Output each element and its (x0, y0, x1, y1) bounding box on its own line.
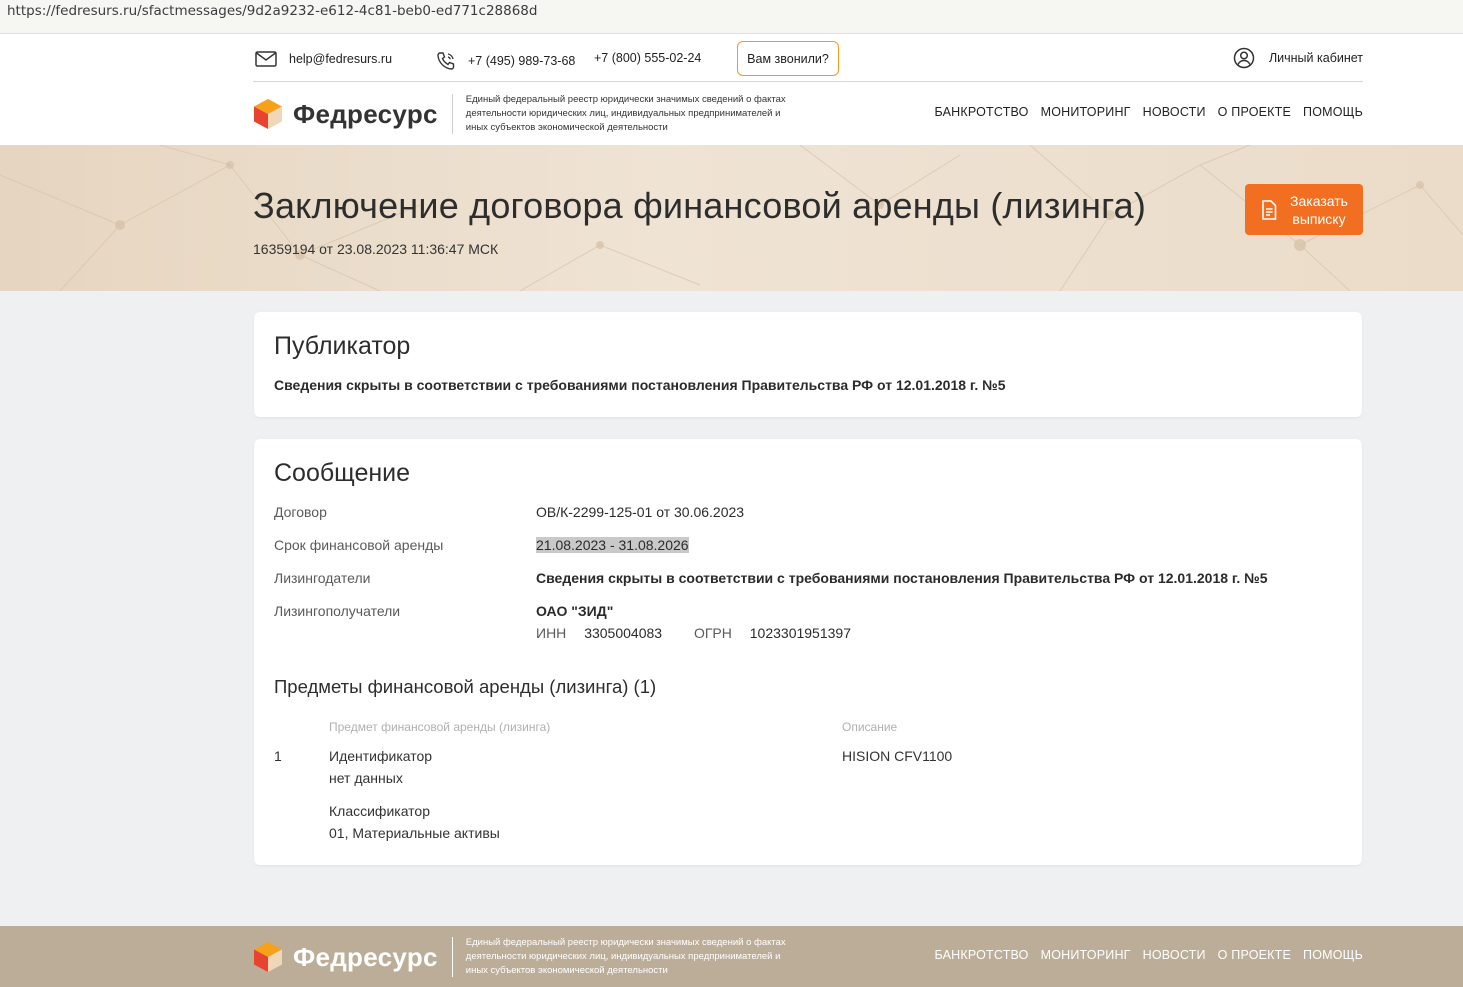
publisher-hidden-note: Сведения скрыты в соответствии с требова… (274, 377, 1006, 393)
logo-cube-icon (254, 942, 282, 972)
site-footer: Федресурс Единый федеральный реестр юрид… (0, 926, 1463, 987)
brand-name: Федресурс (293, 98, 438, 129)
contacts-bar: help@fedresurs.ru +7 (495) 989-73-68 +7 … (253, 41, 1363, 82)
item-number: 1 (274, 748, 282, 764)
contract-value: ОВ/К-2299-125-01 от 30.06.2023 (536, 504, 745, 520)
lessors-value: Сведения скрыты в соответствии с требова… (536, 570, 1268, 586)
lessees-label: Лизингополучатели (274, 603, 401, 619)
main-nav: БАНКРОТСТВО МОНИТОРИНГ НОВОСТИ О ПРОЕКТЕ… (922, 105, 1363, 119)
nav-news[interactable]: НОВОСТИ (1143, 105, 1206, 119)
email-text: help@fedresurs.ru (289, 52, 393, 66)
lessee-name[interactable]: ОАО "ЗИД" (536, 603, 613, 619)
ogrn-label: ОГРН (693, 625, 732, 641)
browser-url-bar[interactable]: https://fedresurs.ru/sfactmessages/9d2a9… (0, 0, 1463, 34)
page-hero: Заключение договора финансовой аренды (л… (0, 145, 1463, 291)
user-circle-icon (1233, 47, 1255, 69)
document-icon (1262, 199, 1277, 220)
classifier-label: Классификатор (329, 803, 431, 819)
message-title: Сообщение (274, 459, 411, 487)
nav-help[interactable]: ПОМОЩЬ (1303, 105, 1363, 119)
cabinet-label: Личный кабинет (1268, 51, 1363, 65)
footer-nav-about[interactable]: О ПРОЕКТЕ (1218, 948, 1291, 962)
nav-monitoring[interactable]: МОНИТОРИНГ (1041, 105, 1131, 119)
phone-block: +7 (495) 989-73-68 (436, 51, 575, 71)
item-description: HISION CFV1100 (842, 748, 953, 764)
personal-cabinet-link[interactable]: Личный кабинет (1233, 47, 1363, 69)
lessee-ids: ИНН 3305004083 ОГРН 1023301951397 (536, 625, 851, 641)
ogrn-value: 1023301951397 (749, 625, 851, 641)
lease-subjects-title: Предметы финансовой аренды (лизинга) (1) (274, 676, 657, 697)
identifier-label: Идентификатор (329, 748, 433, 764)
brand-logo[interactable]: Федресурс Единый федеральный реестр юрид… (253, 92, 796, 136)
footer-nav-bankruptcy[interactable]: БАНКРОТСТВО (934, 948, 1028, 962)
order-extract-button[interactable]: Заказать выписку (1245, 184, 1363, 235)
footer-nav: БАНКРОТСТВО МОНИТОРИНГ НОВОСТИ О ПРОЕКТЕ… (922, 948, 1363, 962)
nav-about[interactable]: О ПРОЕКТЕ (1218, 105, 1291, 119)
inn-label: ИНН (536, 625, 567, 641)
email-link[interactable]: help@fedresurs.ru (255, 51, 392, 67)
url-text[interactable]: https://fedresurs.ru/sfactmessages/9d2a9… (7, 3, 537, 19)
phone-2[interactable]: +7 (800) 555-02-24 (594, 51, 701, 65)
inn-value: 3305004083 (584, 625, 663, 641)
site-header: help@fedresurs.ru +7 (495) 989-73-68 +7 … (0, 34, 1463, 145)
logo-cube-icon (254, 99, 282, 129)
classifier-value: 01, Материальные активы (329, 825, 500, 841)
publisher-card: Публикатор Сведения скрыты в соответстви… (254, 312, 1362, 417)
brand-description: Единый федеральный реестр юридически зна… (465, 94, 786, 133)
footer-brand-logo[interactable]: Федресурс Единый федеральный реестр юрид… (253, 935, 796, 979)
phone-1[interactable]: +7 (495) 989-73-68 (468, 54, 575, 68)
footer-nav-news[interactable]: НОВОСТИ (1143, 948, 1206, 962)
footer-brand-divider (451, 937, 453, 977)
lease-term-value: 21.08.2023 - 31.08.2026 (536, 537, 689, 553)
lessors-label: Лизингодатели (274, 570, 371, 586)
page-title: Заключение договора финансовой аренды (л… (253, 185, 1147, 226)
message-number-date: 16359194 от 23.08.2023 11:36:47 МСК (253, 241, 499, 257)
col-header-description: Описание (842, 720, 898, 734)
footer-brand-name: Федресурс (293, 941, 438, 972)
phone-icon (437, 52, 455, 70)
message-card: Сообщение Договор ОВ/К-2299-125-01 от 30… (254, 439, 1362, 865)
nav-bankruptcy[interactable]: БАНКРОТСТВО (934, 105, 1028, 119)
footer-nav-monitoring[interactable]: МОНИТОРИНГ (1041, 948, 1131, 962)
phone-2-block: +7 (800) 555-02-24 (594, 51, 701, 65)
mail-icon (255, 51, 277, 67)
publisher-title: Публикатор (274, 332, 411, 360)
brand-divider (451, 94, 453, 134)
lease-term-label: Срок финансовой аренды (274, 537, 444, 553)
were-you-called-button[interactable]: Вам звонили? (737, 41, 839, 76)
footer-brand-description: Единый федеральный реестр юридически зна… (465, 937, 786, 976)
col-header-subject: Предмет финансовой аренды (лизинга) (329, 720, 551, 734)
order-extract-label: Заказать выписку (1290, 192, 1348, 227)
identifier-value: нет данных (329, 770, 403, 786)
contract-label: Договор (274, 504, 327, 520)
footer-nav-help[interactable]: ПОМОЩЬ (1303, 948, 1363, 962)
